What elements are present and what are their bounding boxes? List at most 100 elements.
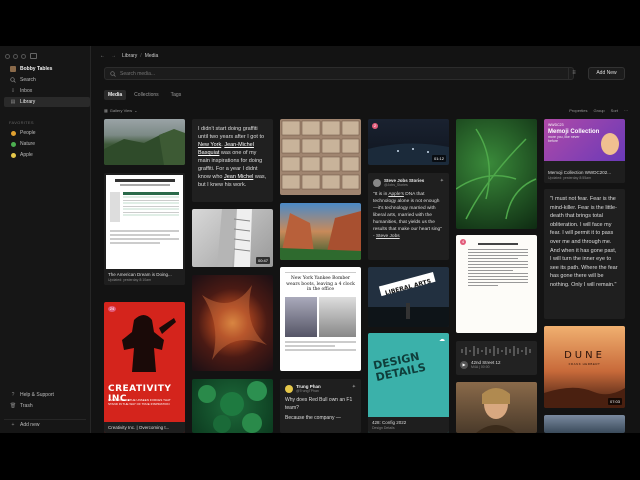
card-subtitle: Updated: yesterday 8:10am [108, 278, 151, 282]
sort-button[interactable]: Sort [611, 108, 618, 113]
dune-video-card[interactable]: DUNE FRANK HERBERT 07:03 [544, 326, 625, 408]
forest-aerial-image [198, 381, 267, 433]
portrait-image-card[interactable] [456, 382, 537, 433]
sidebar-item-label: Add new [20, 421, 40, 428]
cloud-icon: ☁ [439, 337, 445, 343]
more-button[interactable]: ··· [624, 108, 628, 113]
close-window-button[interactable] [5, 54, 10, 59]
tweet-link[interactable]: Steve Jobs [376, 234, 400, 239]
paper-card[interactable]: 4 [456, 235, 537, 333]
people-dot-icon [10, 130, 16, 136]
sidebar-toggle-icon[interactable] [30, 53, 37, 59]
tweet-text: DNA that technology alone is not enough—… [373, 192, 442, 239]
tweet-handle: @TrungTPhan [296, 389, 319, 393]
forest-image-card[interactable] [192, 379, 273, 433]
breadcrumb: Library / Media [122, 53, 158, 59]
sidebar-item-label: Trash [20, 403, 33, 409]
tab-media[interactable]: Media [104, 90, 127, 100]
card-caption: 428: Config 2022 Design Details [368, 417, 449, 433]
back-arrow-icon[interactable]: ← [100, 53, 105, 59]
book-card[interactable]: 24 CREATIVITY INC. OVERCOMING THE UNSEEN… [104, 302, 185, 433]
window-controls [5, 54, 26, 59]
properties-button[interactable]: Properties [569, 108, 587, 113]
tweet-link[interactable]: Apple's [388, 192, 404, 197]
quote-card[interactable]: "I must not fear. Fear is the mind-kille… [544, 189, 625, 319]
twitter-icon: ✦ [439, 178, 444, 184]
tab-collections[interactable]: Collections [130, 90, 162, 100]
landscape-image-card[interactable] [104, 119, 185, 165]
street-sign-image: LIBERAL ARTS [368, 272, 449, 327]
count-badge: 2 [372, 123, 378, 129]
memoji-face-icon [601, 133, 619, 155]
tweet-handle: @Jobs_Stories [384, 183, 408, 187]
audio-card[interactable]: ▶ 42nd Street 12 M4A | 00:00 [456, 341, 537, 375]
apple-dot-icon [10, 152, 16, 158]
video-card[interactable]: 00:47 [192, 209, 273, 267]
tweet-card[interactable]: ✦ Steve Jobs Stories @Jobs_Stories "It i… [368, 173, 449, 260]
books-image-card[interactable] [280, 119, 361, 195]
article-headline: New York Yankee Bomber wears boots, leav… [286, 276, 355, 292]
video-duration: 07:03 [607, 398, 622, 405]
user-profile[interactable]: Bobby Tables [4, 64, 90, 74]
sidebar-item-search[interactable]: Search [4, 75, 90, 85]
fern-image-card[interactable] [456, 119, 537, 229]
dune-title: DUNE [564, 350, 605, 361]
sidebar: Bobby Tables Search ⇩ Inbox ▤ Library FA… [0, 46, 91, 433]
user-name: Bobby Tables [20, 66, 53, 72]
breadcrumb-media: Media [144, 53, 159, 59]
sidebar-item-library[interactable]: ▤ Library [4, 97, 90, 107]
sidebar-item-label: Apple [20, 152, 33, 158]
chevron-down-icon[interactable]: ⌄ [134, 108, 137, 113]
sidebar-item-trash[interactable]: 🗑 Trash [4, 401, 90, 411]
group-button[interactable]: Group [594, 108, 605, 113]
maximize-window-button[interactable] [21, 54, 26, 59]
add-new-button[interactable]: Add New [588, 67, 625, 80]
play-icon[interactable]: ▶ [460, 361, 468, 369]
search-input[interactable] [120, 70, 550, 77]
forward-arrow-icon[interactable]: → [111, 53, 116, 59]
sidebar-add-new[interactable]: + Add new [4, 419, 86, 429]
stacked-books-image [281, 120, 360, 190]
gallery-view-icon: ▦ [104, 107, 108, 113]
design-details-logo: DESIGN DETAILS [372, 349, 427, 385]
sidebar-item-inbox[interactable]: ⇩ Inbox [4, 86, 90, 96]
sidebar-item-nature[interactable]: Nature [4, 139, 90, 149]
help-icon: ? [11, 392, 15, 398]
minimize-window-button[interactable] [13, 54, 18, 59]
sidebar-item-people[interactable]: People [4, 128, 90, 138]
swirl-image [202, 285, 267, 360]
keynote-image-card[interactable]: LIBERAL ARTS [368, 267, 449, 327]
document-card[interactable]: The American Dream is Doing... Updated: … [104, 173, 185, 285]
partial-image-card[interactable] [544, 415, 625, 433]
search-bar[interactable] [104, 67, 574, 80]
abstract-image-card[interactable] [192, 275, 273, 371]
sidebar-item-help[interactable]: ? Help & Support [4, 390, 90, 400]
tab-tags[interactable]: Tags [167, 90, 186, 100]
view-selector[interactable]: Gallery View [110, 108, 132, 113]
quote-link[interactable]: Jean Michel [224, 174, 253, 180]
view-actions: Properties Group Sort ··· [569, 108, 628, 113]
media-grid: The American Dream is Doing... Updated: … [104, 119, 628, 433]
quote-card[interactable]: I didn't start doing graffiti until two … [192, 119, 273, 202]
memoji-card[interactable]: WWDC23 Memoji Collection more you, like … [544, 119, 625, 183]
filter-icon[interactable]: ≡ [568, 68, 579, 79]
tab-bar: Media Collections Tags [104, 90, 185, 100]
sidebar-item-label: People [20, 130, 36, 136]
sidebar-item-apple[interactable]: Apple [4, 150, 90, 160]
quote-link[interactable]: New York [198, 142, 221, 148]
podcast-card[interactable]: ☁ DESIGN DETAILS 428: Config 2022 Design… [368, 333, 449, 433]
breadcrumb-library[interactable]: Library [122, 53, 137, 59]
twitter-icon: ✦ [351, 384, 356, 390]
card-title: 428: Config 2022 [372, 420, 407, 425]
fern-image [456, 128, 537, 220]
canyon-image-card[interactable] [280, 203, 361, 260]
card-subtitle: Design Details [372, 426, 395, 430]
article-card[interactable]: New York Yankee Bomber wears boots, leav… [280, 267, 361, 371]
tweet-card[interactable]: ✦ Trung Phan @TrungTPhan Why does Red Bu… [280, 379, 361, 433]
toolbar: ← → Library / Media [92, 46, 640, 66]
memoji-preview: WWDC23 Memoji Collection more you, like … [544, 119, 625, 161]
video-card[interactable]: 2 01:12 [368, 119, 449, 165]
tweet-text: Why does Red Bull own an F1 team? [285, 397, 353, 411]
cliff-image [104, 129, 185, 165]
document-preview [106, 175, 183, 271]
